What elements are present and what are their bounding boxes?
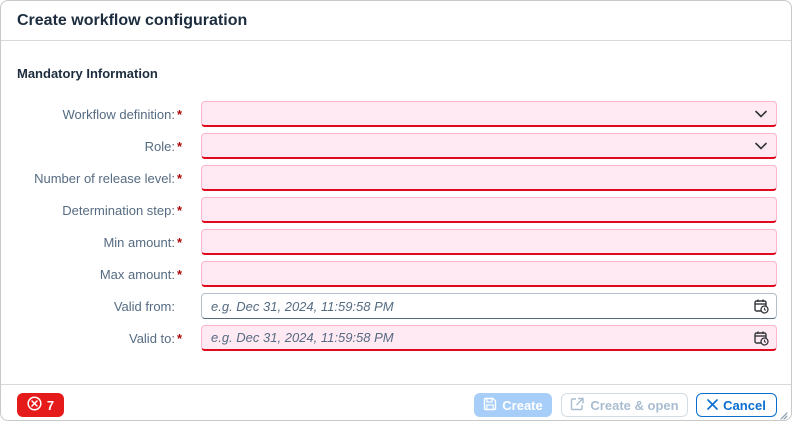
field-label: Valid to: * bbox=[129, 325, 185, 351]
calendar-clock-icon[interactable] bbox=[746, 294, 776, 318]
determination-step-input[interactable] bbox=[201, 197, 777, 223]
dialog-header: Create workflow configuration bbox=[1, 1, 791, 41]
required-marker: * bbox=[177, 266, 183, 282]
role-select[interactable] bbox=[201, 133, 777, 159]
cancel-button[interactable]: Cancel bbox=[696, 393, 777, 417]
required-marker: * bbox=[177, 138, 183, 154]
field-label: Min amount: * bbox=[103, 229, 185, 255]
dialog-footer: 7 Create Create & open Cancel bbox=[1, 384, 791, 420]
required-marker: * bbox=[177, 330, 183, 346]
form-row-workflow-definition: Workflow definition: * bbox=[1, 101, 791, 127]
workflow-definition-select[interactable] bbox=[201, 101, 777, 127]
save-icon bbox=[483, 397, 497, 414]
valid-to-datetime-input[interactable]: e.g. Dec 31, 2024, 11:59:58 PM bbox=[201, 325, 777, 351]
create-button[interactable]: Create bbox=[474, 393, 552, 417]
form-row-max-amount: Max amount: * bbox=[1, 261, 791, 287]
required-marker: * bbox=[177, 106, 183, 122]
form-row-valid-to: Valid to: * e.g. Dec 31, 2024, 11:59:58 … bbox=[1, 325, 791, 351]
required-marker: * bbox=[177, 202, 183, 218]
section-title: Mandatory Information bbox=[17, 66, 158, 81]
form-row-valid-from: Valid from: e.g. Dec 31, 2024, 11:59:58 … bbox=[1, 293, 791, 319]
min-amount-input[interactable] bbox=[201, 229, 777, 255]
label-text: Workflow definition: bbox=[62, 106, 175, 122]
label-text: Role: bbox=[144, 138, 175, 154]
field-label: Role: * bbox=[145, 133, 185, 159]
field-label: Valid from: bbox=[114, 293, 185, 319]
chevron-down-icon[interactable] bbox=[746, 102, 776, 126]
form-row-release-level: Number of release level: * bbox=[1, 165, 791, 191]
label-text: Determination step: bbox=[62, 202, 175, 218]
open-in-new-icon bbox=[570, 397, 585, 414]
label-text: Valid from: bbox=[113, 298, 175, 314]
form-row-role: Role: * bbox=[1, 133, 791, 159]
valid-from-datetime-input[interactable]: e.g. Dec 31, 2024, 11:59:58 PM bbox=[201, 293, 777, 319]
resize-grip-icon[interactable] bbox=[778, 407, 788, 420]
required-marker: * bbox=[177, 170, 183, 186]
field-label: Number of release level: * bbox=[34, 165, 185, 191]
form-row-min-amount: Min amount: * bbox=[1, 229, 791, 255]
error-circle-icon bbox=[27, 396, 42, 414]
required-marker: * bbox=[177, 234, 183, 250]
calendar-clock-icon[interactable] bbox=[746, 326, 776, 350]
label-text: Min amount: bbox=[103, 234, 175, 250]
error-count-button[interactable]: 7 bbox=[17, 393, 64, 417]
form-row-determination-step: Determination step: * bbox=[1, 197, 791, 223]
release-level-input[interactable] bbox=[201, 165, 777, 191]
max-amount-input[interactable] bbox=[201, 261, 777, 287]
label-text: Max amount: bbox=[99, 266, 175, 282]
label-text: Number of release level: bbox=[34, 170, 175, 186]
field-label: Max amount: * bbox=[100, 261, 185, 287]
label-text: Valid to: bbox=[128, 330, 175, 346]
error-count: 7 bbox=[46, 397, 55, 413]
field-label: Workflow definition: * bbox=[63, 101, 185, 127]
create-workflow-dialog: Create workflow configuration Mandatory … bbox=[0, 0, 792, 421]
create-and-open-button-label: Create & open bbox=[590, 397, 679, 413]
create-and-open-button[interactable]: Create & open bbox=[561, 393, 688, 417]
input-placeholder: e.g. Dec 31, 2024, 11:59:58 PM bbox=[211, 298, 394, 314]
create-button-label: Create bbox=[502, 397, 543, 413]
dialog-title: Create workflow configuration bbox=[17, 11, 248, 29]
cancel-button-label: Cancel bbox=[723, 397, 766, 413]
field-label: Determination step: * bbox=[62, 197, 185, 223]
input-placeholder: e.g. Dec 31, 2024, 11:59:58 PM bbox=[211, 330, 394, 345]
close-icon bbox=[707, 398, 718, 413]
chevron-down-icon[interactable] bbox=[746, 134, 776, 158]
